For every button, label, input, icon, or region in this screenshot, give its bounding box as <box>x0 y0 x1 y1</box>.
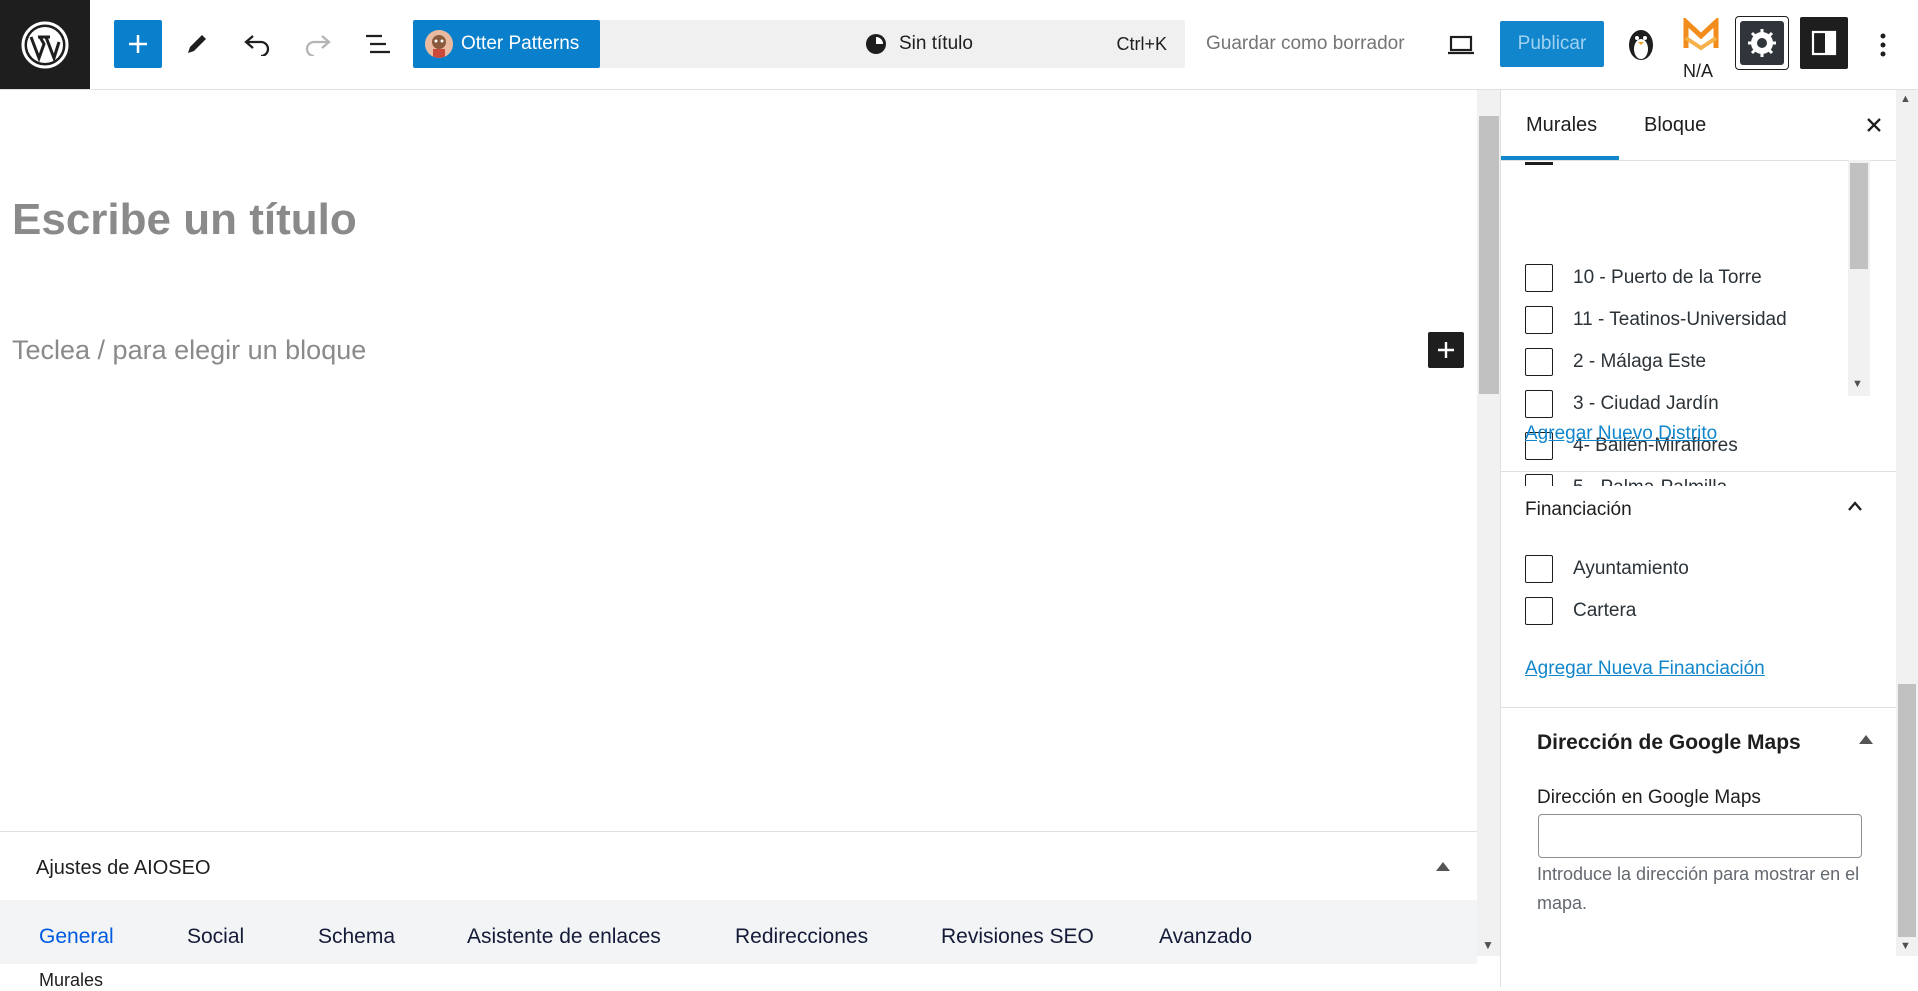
sidebar-tabs: Murales Bloque <box>1501 90 1899 161</box>
options-menu-button[interactable] <box>1868 27 1898 63</box>
add-funding-link[interactable]: Agregar Nueva Financiación <box>1525 658 1765 680</box>
district-label: 5 - Palma-Palmilla <box>1573 477 1727 486</box>
settings-plugin-button[interactable] <box>1735 16 1789 70</box>
google-maps-panel-title[interactable]: Dirección de Google Maps <box>1537 731 1801 755</box>
preview-button[interactable] <box>1443 27 1479 63</box>
close-icon <box>1867 118 1881 132</box>
funding-checkbox[interactable] <box>1525 555 1553 583</box>
aioseo-tab-advanced[interactable]: Avanzado <box>1159 925 1252 949</box>
sidebar-icon <box>1811 30 1837 56</box>
plugin-status-text: N/A <box>1683 61 1714 81</box>
tab-bloque[interactable]: Bloque <box>1644 114 1706 137</box>
editor-canvas: Escribe un título Teclea / para elegir u… <box>0 90 1477 830</box>
funding-label: Cartera <box>1573 600 1637 621</box>
save-draft-button[interactable]: Guardar como borrador <box>1206 33 1405 55</box>
gear-icon <box>1748 29 1776 57</box>
district-item[interactable]: 2 - Málaga Este <box>1525 346 1706 378</box>
undo-button[interactable] <box>233 20 281 68</box>
aioseo-tab-redirects[interactable]: Redirecciones <box>735 925 868 949</box>
otter-patterns-label: Otter Patterns <box>461 33 580 54</box>
list-view-icon <box>366 34 390 54</box>
active-tab-indicator <box>1501 156 1619 160</box>
aioseo-tab-seo-revisions[interactable]: Revisiones SEO <box>941 925 1094 949</box>
funding-item[interactable]: Cartera <box>1525 595 1636 627</box>
otter-patterns-button[interactable]: Otter Patterns <box>413 20 600 68</box>
collapse-caret-icon[interactable] <box>1436 862 1450 871</box>
aioseo-tab-general[interactable]: General <box>39 925 114 949</box>
district-label: 2 - Málaga Este <box>1573 351 1707 372</box>
block-placeholder[interactable]: Teclea / para elegir un bloque <box>12 335 366 366</box>
aioseo-tab-schema[interactable]: Schema <box>318 925 395 949</box>
aioseo-tab-social[interactable]: Social <box>187 925 244 949</box>
document-title-bar: Sin título <box>865 33 973 55</box>
wordpress-logo-button[interactable] <box>0 0 90 89</box>
command-palette-button[interactable]: Sin título Ctrl+K <box>600 20 1185 68</box>
penguin-plugin-icon[interactable] <box>1623 25 1659 63</box>
editor-scrollbar-thumb[interactable] <box>1479 116 1499 394</box>
district-checkbox[interactable] <box>1525 474 1553 486</box>
settings-sidebar-toggle[interactable] <box>1800 17 1848 69</box>
district-item[interactable]: 10 - Puerto de la Torre <box>1525 262 1762 294</box>
document-overview-button[interactable] <box>354 20 402 68</box>
funding-checkbox[interactable] <box>1525 597 1553 625</box>
district-checkbox[interactable] <box>1525 390 1553 418</box>
google-maps-help-text: Introduce la dirección para mostrar en e… <box>1537 864 1860 913</box>
add-block-button[interactable] <box>114 20 162 68</box>
tab-murales[interactable]: Murales <box>1526 114 1597 137</box>
redo-icon <box>305 35 331 56</box>
laptop-icon <box>1448 35 1474 55</box>
district-checkbox[interactable] <box>1525 306 1553 334</box>
district-item[interactable]: 5 - Palma-Palmilla <box>1525 472 1727 486</box>
site-icon <box>866 34 886 54</box>
redo-button[interactable] <box>294 20 342 68</box>
plus-icon <box>1438 342 1454 358</box>
district-item[interactable]: 11 - Teatinos-Universidad <box>1525 304 1787 336</box>
divider <box>1501 471 1899 472</box>
post-title-input[interactable]: Escribe un título <box>12 195 357 245</box>
scroll-down-arrow-icon[interactable]: ▼ <box>1482 938 1494 952</box>
scroll-down-arrow-icon[interactable]: ▼ <box>1900 940 1911 952</box>
editor-header: Otter Patterns Sin título Ctrl+K Guardar… <box>0 0 1918 90</box>
aioseo-sub-label: Murales <box>39 970 104 990</box>
collapse-caret-icon[interactable] <box>1859 735 1873 744</box>
chevron-up-icon[interactable] <box>1847 499 1862 513</box>
shortcut-hint: Ctrl+K <box>1116 34 1167 54</box>
undo-icon <box>244 35 270 56</box>
aioseo-tab-link-assistant[interactable]: Asistente de enlaces <box>467 925 661 949</box>
otter-avatar-icon <box>425 30 453 58</box>
district-list-scrollbar-thumb[interactable] <box>1850 163 1868 269</box>
district-label: 11 - Teatinos-Universidad <box>1573 309 1787 330</box>
aioseo-panel: Ajustes de AIOSEO General Social Schema … <box>0 831 1477 990</box>
district-checkbox[interactable] <box>1525 348 1553 376</box>
add-district-link[interactable]: Agregar Nuevo Distrito <box>1525 423 1717 445</box>
district-checkbox[interactable] <box>1525 264 1553 292</box>
more-vertical-icon <box>1880 33 1886 57</box>
wordpress-icon <box>21 21 69 68</box>
district-item[interactable]: 3 - Ciudad Jardín <box>1525 388 1719 420</box>
sidebar-scrollbar-thumb[interactable] <box>1898 684 1916 937</box>
plus-icon <box>129 35 147 53</box>
close-sidebar-button[interactable] <box>1859 110 1889 140</box>
inline-add-block-button[interactable] <box>1428 332 1464 368</box>
funding-panel-title[interactable]: Financiación <box>1525 499 1632 521</box>
google-maps-address-input[interactable] <box>1538 814 1862 858</box>
pencil-icon <box>188 35 206 53</box>
aioseo-tabs: General Social Schema Asistente de enlac… <box>0 900 1477 964</box>
scroll-down-arrow-icon[interactable]: ▼ <box>1852 378 1863 390</box>
m-plugin-logo-icon[interactable] <box>1683 16 1719 52</box>
document-title: Sin título <box>899 33 973 54</box>
google-maps-field-label: Dirección en Google Maps <box>1537 787 1761 808</box>
district-label: 10 - Puerto de la Torre <box>1573 267 1762 288</box>
scroll-up-arrow-icon[interactable]: ▲ <box>1900 93 1911 105</box>
divider <box>1501 707 1899 708</box>
publish-button[interactable]: Publicar <box>1500 21 1604 67</box>
aioseo-panel-title[interactable]: Ajustes de AIOSEO <box>36 857 211 880</box>
funding-label: Ayuntamiento <box>1573 558 1689 579</box>
funding-item[interactable]: Ayuntamiento <box>1525 553 1689 585</box>
tools-button[interactable] <box>173 20 221 68</box>
district-label: 3 - Ciudad Jardín <box>1573 393 1719 414</box>
